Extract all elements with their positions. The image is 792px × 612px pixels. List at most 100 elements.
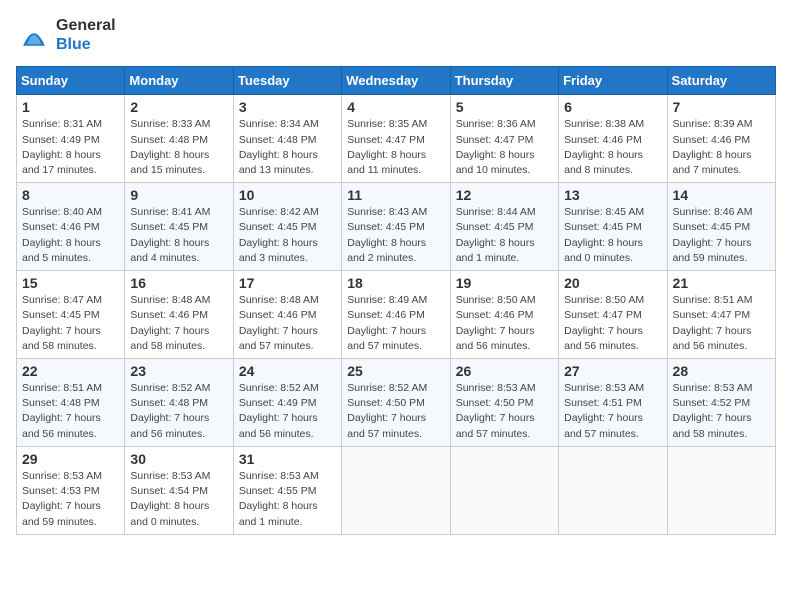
day-number: 26 [456, 363, 553, 379]
calendar-cell [450, 446, 558, 534]
day-info: Sunrise: 8:36 AM Sunset: 4:47 PM Dayligh… [456, 117, 553, 178]
day-number: 16 [130, 275, 227, 291]
day-info: Sunrise: 8:53 AM Sunset: 4:53 PM Dayligh… [22, 469, 119, 530]
day-info: Sunrise: 8:53 AM Sunset: 4:52 PM Dayligh… [673, 381, 770, 442]
day-number: 8 [22, 187, 119, 203]
logo: General Blue [16, 16, 116, 54]
calendar-cell: 4 Sunrise: 8:35 AM Sunset: 4:47 PM Dayli… [342, 95, 450, 183]
calendar-week-row: 1 Sunrise: 8:31 AM Sunset: 4:49 PM Dayli… [17, 95, 776, 183]
calendar-cell: 22 Sunrise: 8:51 AM Sunset: 4:48 PM Dayl… [17, 359, 125, 447]
day-info: Sunrise: 8:48 AM Sunset: 4:46 PM Dayligh… [239, 293, 336, 354]
calendar-cell: 26 Sunrise: 8:53 AM Sunset: 4:50 PM Dayl… [450, 359, 558, 447]
day-number: 17 [239, 275, 336, 291]
day-info: Sunrise: 8:53 AM Sunset: 4:54 PM Dayligh… [130, 469, 227, 530]
day-info: Sunrise: 8:52 AM Sunset: 4:49 PM Dayligh… [239, 381, 336, 442]
day-info: Sunrise: 8:45 AM Sunset: 4:45 PM Dayligh… [564, 205, 661, 266]
calendar-cell: 9 Sunrise: 8:41 AM Sunset: 4:45 PM Dayli… [125, 183, 233, 271]
calendar-cell: 21 Sunrise: 8:51 AM Sunset: 4:47 PM Dayl… [667, 271, 775, 359]
calendar-body: 1 Sunrise: 8:31 AM Sunset: 4:49 PM Dayli… [17, 95, 776, 534]
calendar-cell: 1 Sunrise: 8:31 AM Sunset: 4:49 PM Dayli… [17, 95, 125, 183]
calendar-week-row: 8 Sunrise: 8:40 AM Sunset: 4:46 PM Dayli… [17, 183, 776, 271]
day-info: Sunrise: 8:35 AM Sunset: 4:47 PM Dayligh… [347, 117, 444, 178]
calendar-cell: 16 Sunrise: 8:48 AM Sunset: 4:46 PM Dayl… [125, 271, 233, 359]
calendar-cell: 18 Sunrise: 8:49 AM Sunset: 4:46 PM Dayl… [342, 271, 450, 359]
day-number: 19 [456, 275, 553, 291]
calendar-table: SundayMondayTuesdayWednesdayThursdayFrid… [16, 66, 776, 534]
day-number: 9 [130, 187, 227, 203]
day-info: Sunrise: 8:52 AM Sunset: 4:48 PM Dayligh… [130, 381, 227, 442]
calendar-cell: 24 Sunrise: 8:52 AM Sunset: 4:49 PM Dayl… [233, 359, 341, 447]
day-number: 12 [456, 187, 553, 203]
page-header: General Blue [16, 16, 776, 54]
calendar-week-row: 29 Sunrise: 8:53 AM Sunset: 4:53 PM Dayl… [17, 446, 776, 534]
day-info: Sunrise: 8:38 AM Sunset: 4:46 PM Dayligh… [564, 117, 661, 178]
calendar-cell: 29 Sunrise: 8:53 AM Sunset: 4:53 PM Dayl… [17, 446, 125, 534]
day-info: Sunrise: 8:31 AM Sunset: 4:49 PM Dayligh… [22, 117, 119, 178]
day-header-sunday: Sunday [17, 67, 125, 95]
calendar-cell: 30 Sunrise: 8:53 AM Sunset: 4:54 PM Dayl… [125, 446, 233, 534]
day-header-monday: Monday [125, 67, 233, 95]
calendar-cell: 13 Sunrise: 8:45 AM Sunset: 4:45 PM Dayl… [559, 183, 667, 271]
calendar-cell: 14 Sunrise: 8:46 AM Sunset: 4:45 PM Dayl… [667, 183, 775, 271]
logo-icon [16, 17, 52, 53]
day-info: Sunrise: 8:51 AM Sunset: 4:47 PM Dayligh… [673, 293, 770, 354]
day-info: Sunrise: 8:40 AM Sunset: 4:46 PM Dayligh… [22, 205, 119, 266]
day-number: 2 [130, 99, 227, 115]
day-header-thursday: Thursday [450, 67, 558, 95]
calendar-cell: 11 Sunrise: 8:43 AM Sunset: 4:45 PM Dayl… [342, 183, 450, 271]
calendar-cell: 12 Sunrise: 8:44 AM Sunset: 4:45 PM Dayl… [450, 183, 558, 271]
calendar-cell: 6 Sunrise: 8:38 AM Sunset: 4:46 PM Dayli… [559, 95, 667, 183]
day-info: Sunrise: 8:53 AM Sunset: 4:51 PM Dayligh… [564, 381, 661, 442]
day-info: Sunrise: 8:51 AM Sunset: 4:48 PM Dayligh… [22, 381, 119, 442]
day-info: Sunrise: 8:53 AM Sunset: 4:55 PM Dayligh… [239, 469, 336, 530]
day-number: 20 [564, 275, 661, 291]
day-info: Sunrise: 8:34 AM Sunset: 4:48 PM Dayligh… [239, 117, 336, 178]
day-number: 23 [130, 363, 227, 379]
day-number: 25 [347, 363, 444, 379]
day-number: 21 [673, 275, 770, 291]
calendar-cell: 3 Sunrise: 8:34 AM Sunset: 4:48 PM Dayli… [233, 95, 341, 183]
day-info: Sunrise: 8:48 AM Sunset: 4:46 PM Dayligh… [130, 293, 227, 354]
day-info: Sunrise: 8:43 AM Sunset: 4:45 PM Dayligh… [347, 205, 444, 266]
day-number: 30 [130, 451, 227, 467]
calendar-header-row: SundayMondayTuesdayWednesdayThursdayFrid… [17, 67, 776, 95]
day-number: 27 [564, 363, 661, 379]
day-info: Sunrise: 8:50 AM Sunset: 4:46 PM Dayligh… [456, 293, 553, 354]
calendar-cell: 5 Sunrise: 8:36 AM Sunset: 4:47 PM Dayli… [450, 95, 558, 183]
calendar-cell: 15 Sunrise: 8:47 AM Sunset: 4:45 PM Dayl… [17, 271, 125, 359]
day-header-tuesday: Tuesday [233, 67, 341, 95]
calendar-cell: 25 Sunrise: 8:52 AM Sunset: 4:50 PM Dayl… [342, 359, 450, 447]
day-number: 24 [239, 363, 336, 379]
day-number: 3 [239, 99, 336, 115]
day-info: Sunrise: 8:41 AM Sunset: 4:45 PM Dayligh… [130, 205, 227, 266]
day-number: 22 [22, 363, 119, 379]
day-info: Sunrise: 8:39 AM Sunset: 4:46 PM Dayligh… [673, 117, 770, 178]
day-info: Sunrise: 8:53 AM Sunset: 4:50 PM Dayligh… [456, 381, 553, 442]
day-number: 15 [22, 275, 119, 291]
day-number: 14 [673, 187, 770, 203]
day-number: 10 [239, 187, 336, 203]
calendar-cell: 20 Sunrise: 8:50 AM Sunset: 4:47 PM Dayl… [559, 271, 667, 359]
day-number: 18 [347, 275, 444, 291]
day-info: Sunrise: 8:47 AM Sunset: 4:45 PM Dayligh… [22, 293, 119, 354]
calendar-cell: 7 Sunrise: 8:39 AM Sunset: 4:46 PM Dayli… [667, 95, 775, 183]
day-number: 13 [564, 187, 661, 203]
day-header-saturday: Saturday [667, 67, 775, 95]
day-number: 11 [347, 187, 444, 203]
calendar-cell [342, 446, 450, 534]
calendar-cell: 28 Sunrise: 8:53 AM Sunset: 4:52 PM Dayl… [667, 359, 775, 447]
calendar-cell: 23 Sunrise: 8:52 AM Sunset: 4:48 PM Dayl… [125, 359, 233, 447]
calendar-week-row: 22 Sunrise: 8:51 AM Sunset: 4:48 PM Dayl… [17, 359, 776, 447]
day-number: 6 [564, 99, 661, 115]
logo-text-block: General Blue [56, 16, 116, 54]
calendar-cell: 10 Sunrise: 8:42 AM Sunset: 4:45 PM Dayl… [233, 183, 341, 271]
calendar-week-row: 15 Sunrise: 8:47 AM Sunset: 4:45 PM Dayl… [17, 271, 776, 359]
day-info: Sunrise: 8:42 AM Sunset: 4:45 PM Dayligh… [239, 205, 336, 266]
day-number: 1 [22, 99, 119, 115]
logo-general: General [56, 17, 116, 34]
day-number: 28 [673, 363, 770, 379]
day-info: Sunrise: 8:50 AM Sunset: 4:47 PM Dayligh… [564, 293, 661, 354]
calendar-cell: 17 Sunrise: 8:48 AM Sunset: 4:46 PM Dayl… [233, 271, 341, 359]
calendar-cell [559, 446, 667, 534]
day-number: 5 [456, 99, 553, 115]
